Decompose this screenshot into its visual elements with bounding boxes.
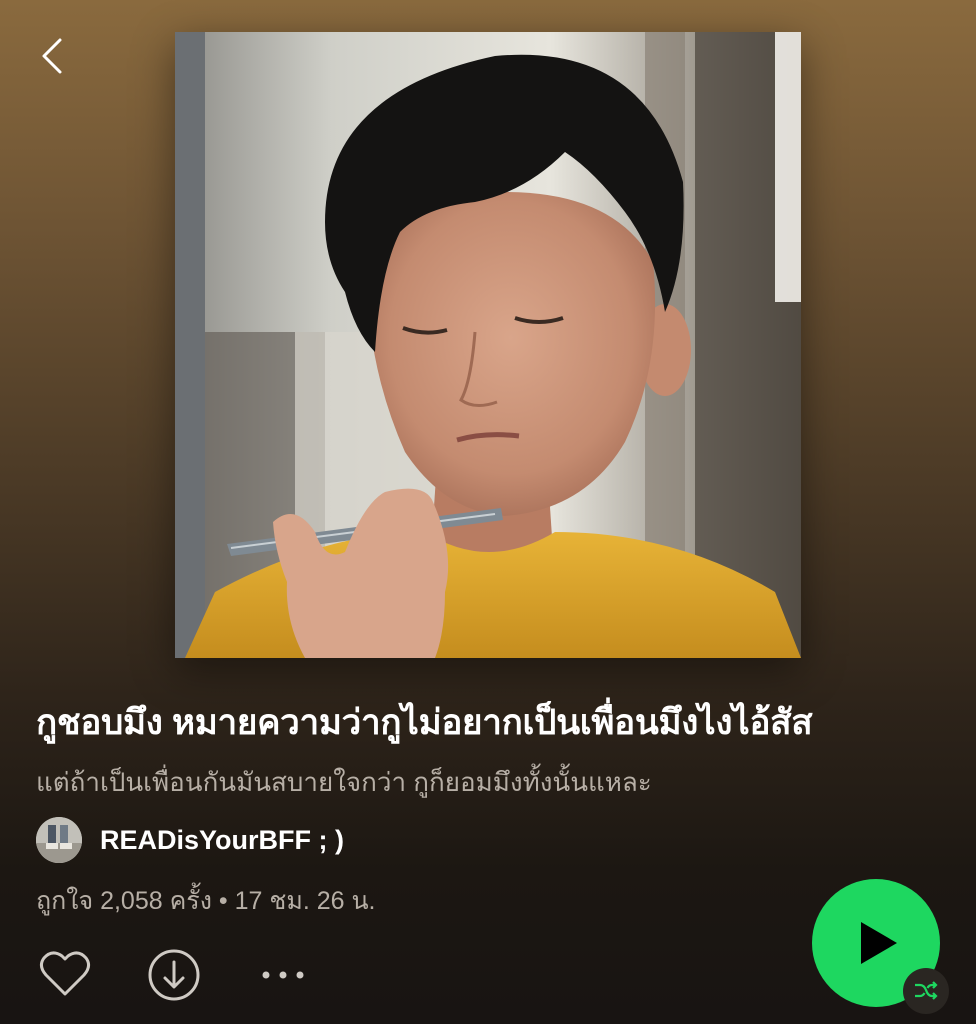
likes-count: ถูกใจ 2,058 ครั้ง: [36, 887, 212, 915]
meta-separator: •: [218, 887, 228, 915]
owner-name: READisYourBFF ; ): [100, 824, 344, 855]
back-button[interactable]: [36, 34, 76, 78]
owner-link[interactable]: READisYourBFF ; ): [36, 817, 344, 863]
download-button[interactable]: [147, 948, 201, 1002]
total-duration: 17 ชม. 26 น.: [234, 887, 376, 915]
shuffle-icon: [915, 981, 938, 1000]
avatar: [36, 817, 82, 863]
more-options-button[interactable]: [258, 962, 308, 988]
shuffle-button[interactable]: [903, 968, 949, 1014]
playlist-description: แต่ถ้าเป็นเพื่อนกันมันสบายใจกว่า กูก็ยอม…: [36, 767, 652, 797]
playlist-meta: ถูกใจ 2,058 ครั้ง • 17 ชม. 26 น.: [36, 883, 376, 919]
like-button[interactable]: [38, 948, 92, 1000]
play-icon: [861, 922, 897, 964]
playlist-cover: [175, 32, 801, 658]
heart-outline-icon: [39, 951, 91, 996]
ellipsis-icon: [262, 971, 304, 979]
download-circle-icon: [148, 949, 200, 1001]
playlist-title: กูชอบมึง หมายความว่ากูไม่อยากเป็นเพื่อนม…: [36, 703, 813, 742]
chevron-left-icon: [42, 38, 62, 74]
